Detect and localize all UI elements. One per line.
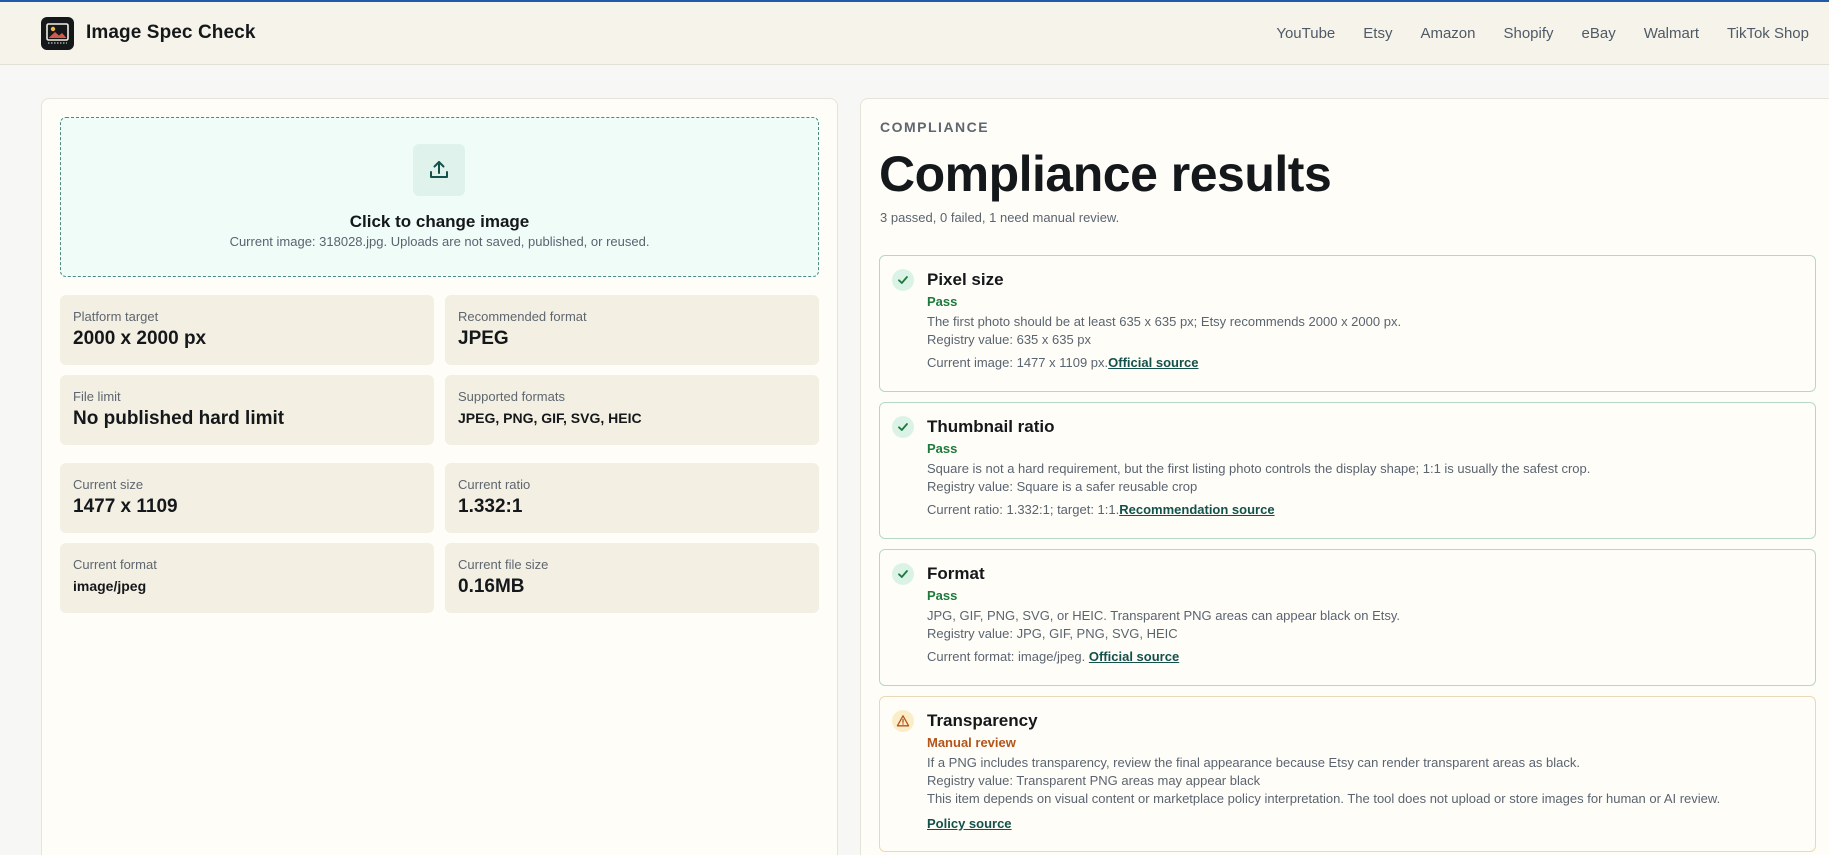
check-icon — [892, 563, 914, 585]
check-current-text: Current ratio: 1.332:1; target: 1:1. — [927, 502, 1120, 517]
current-value: 0.16MB — [458, 576, 525, 597]
check-current-text: Current image: 1477 x 1109 px. — [927, 355, 1109, 370]
check-registry: Registry value: JPG, GIF, PNG, SVG, HEIC — [927, 626, 1178, 641]
current-label: Current file size — [458, 557, 549, 572]
current-label: Current format — [73, 557, 157, 572]
spec-label: File limit — [73, 389, 121, 404]
official-source-link[interactable]: Official source — [1089, 649, 1179, 664]
compliance-title: Compliance results — [879, 146, 1332, 202]
nav-walmart[interactable]: Walmart — [1644, 25, 1699, 42]
nav-etsy[interactable]: Etsy — [1363, 25, 1392, 42]
compliance-eyebrow: COMPLIANCE — [880, 119, 990, 135]
compliance-panel: COMPLIANCE Compliance results 3 passed, … — [860, 98, 1829, 855]
current-ratio: Current ratio 1.332:1 — [445, 463, 819, 533]
check-current: Current ratio: 1.332:1; target: 1:1.Reco… — [927, 502, 1803, 517]
brand-name: Image Spec Check — [86, 22, 256, 43]
spec-recommended-format: Recommended format JPEG — [445, 295, 819, 365]
check-status: Pass — [927, 441, 958, 456]
app-logo-icon — [41, 16, 74, 50]
current-value: 1.332:1 — [458, 496, 523, 517]
spec-file-limit: File limit No published hard limit — [60, 375, 434, 445]
check-description: If a PNG includes transparency, review t… — [927, 755, 1581, 770]
check-title: Transparency — [927, 711, 1038, 730]
check-note: This item depends on visual content or m… — [927, 791, 1721, 806]
check-title: Pixel size — [927, 270, 1004, 289]
current-format: Current format image/jpeg — [60, 543, 434, 613]
dropzone-subtitle: Current image: 318028.jpg. Uploads are n… — [229, 234, 650, 249]
check-card-pixel-size: Pixel size Pass The first photo should b… — [879, 255, 1816, 392]
current-file-size: Current file size 0.16MB — [445, 543, 819, 613]
image-dropzone[interactable]: Click to change image Current image: 318… — [60, 117, 819, 277]
nav-shopify[interactable]: Shopify — [1503, 25, 1553, 42]
dropzone-title: Click to change image — [349, 212, 530, 231]
current-size: Current size 1477 x 1109 — [60, 463, 434, 533]
check-title: Thumbnail ratio — [927, 417, 1055, 436]
spec-value: JPEG, PNG, GIF, SVG, HEIC — [458, 410, 642, 426]
compliance-summary: 3 passed, 0 failed, 1 need manual review… — [880, 210, 1120, 225]
spec-supported-formats: Supported formats JPEG, PNG, GIF, SVG, H… — [445, 375, 819, 445]
check-status: Pass — [927, 588, 958, 603]
check-icon — [892, 269, 914, 291]
check-icon — [892, 416, 914, 438]
upload-icon — [413, 144, 465, 196]
check-status: Manual review — [927, 735, 1016, 750]
platform-nav: YouTube Etsy Amazon Shopify eBay Walmart… — [1276, 25, 1809, 42]
spec-label: Platform target — [73, 309, 159, 324]
nav-youtube[interactable]: YouTube — [1276, 25, 1335, 42]
check-card-thumbnail-ratio: Thumbnail ratio Pass Square is not a har… — [879, 402, 1816, 539]
check-registry: Registry value: Square is a safer reusab… — [927, 479, 1198, 494]
spec-platform-target: Platform target 2000 x 2000 px — [60, 295, 434, 365]
current-label: Current size — [73, 477, 144, 492]
check-current-text: Current format: image/jpeg. — [927, 649, 1086, 664]
check-current: Current format: image/jpeg. Official sou… — [927, 649, 1803, 664]
spec-label: Supported formats — [458, 389, 565, 404]
check-description: The first photo should be at least 635 x… — [927, 314, 1402, 329]
official-source-link[interactable]: Official source — [1108, 355, 1198, 370]
current-value: image/jpeg — [73, 578, 147, 594]
current-label: Current ratio — [458, 477, 531, 492]
nav-ebay[interactable]: eBay — [1582, 25, 1616, 42]
nav-amazon[interactable]: Amazon — [1420, 25, 1475, 42]
spec-label: Recommended format — [458, 309, 587, 324]
check-description: Square is not a hard requirement, but th… — [927, 461, 1591, 476]
recommendation-source-link[interactable]: Recommendation source — [1119, 502, 1274, 517]
check-registry: Registry value: 635 x 635 px — [927, 332, 1092, 347]
spec-value: 2000 x 2000 px — [73, 328, 207, 349]
policy-source-link[interactable]: Policy source — [927, 816, 1012, 831]
site-header: Image Spec Check YouTube Etsy Amazon Sho… — [0, 2, 1829, 65]
warning-icon — [892, 710, 914, 732]
check-card-format: Format Pass JPG, GIF, PNG, SVG, or HEIC.… — [879, 549, 1816, 686]
check-title: Format — [927, 564, 985, 583]
current-value: 1477 x 1109 — [73, 496, 178, 517]
check-current: Current image: 1477 x 1109 px.Official s… — [927, 355, 1803, 370]
image-panel: Click to change image Current image: 318… — [41, 98, 838, 855]
spec-value: No published hard limit — [73, 408, 285, 429]
check-card-transparency: Transparency Manual review If a PNG incl… — [879, 696, 1816, 852]
check-status: Pass — [927, 294, 958, 309]
nav-tiktok-shop[interactable]: TikTok Shop — [1727, 25, 1809, 42]
check-registry: Registry value: Transparent PNG areas ma… — [927, 773, 1261, 788]
brand[interactable]: Image Spec Check — [41, 16, 256, 50]
check-description: JPG, GIF, PNG, SVG, or HEIC. Transparent… — [927, 608, 1401, 623]
spec-value: JPEG — [458, 328, 509, 349]
